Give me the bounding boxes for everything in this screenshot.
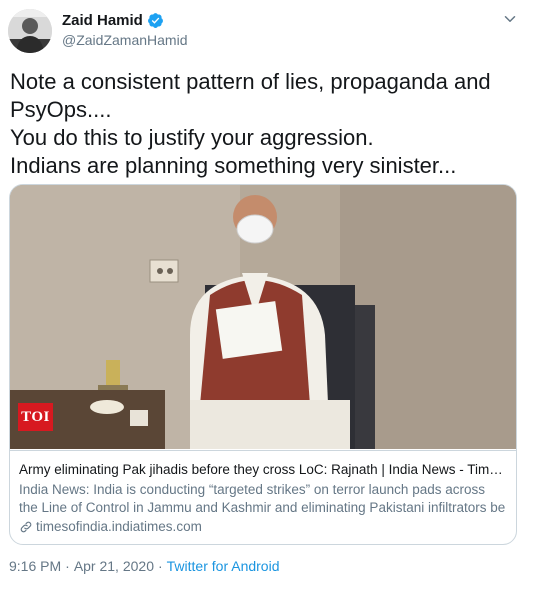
- chevron-down-icon[interactable]: [501, 10, 519, 28]
- link-preview-card[interactable]: TOI Army eliminating Pak jihadis before …: [9, 184, 517, 545]
- tweet-source-link[interactable]: Twitter for Android: [167, 558, 280, 574]
- profile-photo-icon: [8, 9, 52, 53]
- card-description: India News: India is conducting “targete…: [19, 482, 506, 515]
- card-image[interactable]: TOI: [10, 185, 516, 449]
- card-title[interactable]: Army eliminating Pak jihadis before they…: [19, 461, 507, 479]
- link-icon: [20, 521, 32, 533]
- verified-badge-icon: [147, 13, 163, 28]
- author-name-row[interactable]: Zaid Hamid: [62, 12, 164, 29]
- tweet-text: Note a consistent pattern of lies, propa…: [10, 69, 491, 178]
- card-domain[interactable]: timesofindia.indiatimes.com: [36, 518, 202, 536]
- card-domain-row[interactable]: timesofindia.indiatimes.com: [19, 518, 507, 536]
- author-handle[interactable]: @ZaidZamanHamid: [62, 32, 187, 48]
- tweet-meta: 9:16 PM · Apr 21, 2020 · Twitter for And…: [9, 558, 279, 574]
- tweet-date[interactable]: Apr 21, 2020: [74, 558, 154, 574]
- card-body[interactable]: Army eliminating Pak jihadis before they…: [10, 450, 516, 544]
- toi-logo: TOI: [18, 403, 53, 431]
- news-photo: [10, 185, 516, 449]
- tweet-time[interactable]: 9:16 PM: [9, 558, 61, 574]
- meta-separator: ·: [157, 558, 163, 574]
- meta-separator: ·: [65, 558, 70, 574]
- avatar[interactable]: [8, 9, 52, 53]
- display-name[interactable]: Zaid Hamid: [62, 12, 143, 29]
- tweet: Zaid Hamid @ZaidZamanHamid Note a consis…: [0, 0, 533, 589]
